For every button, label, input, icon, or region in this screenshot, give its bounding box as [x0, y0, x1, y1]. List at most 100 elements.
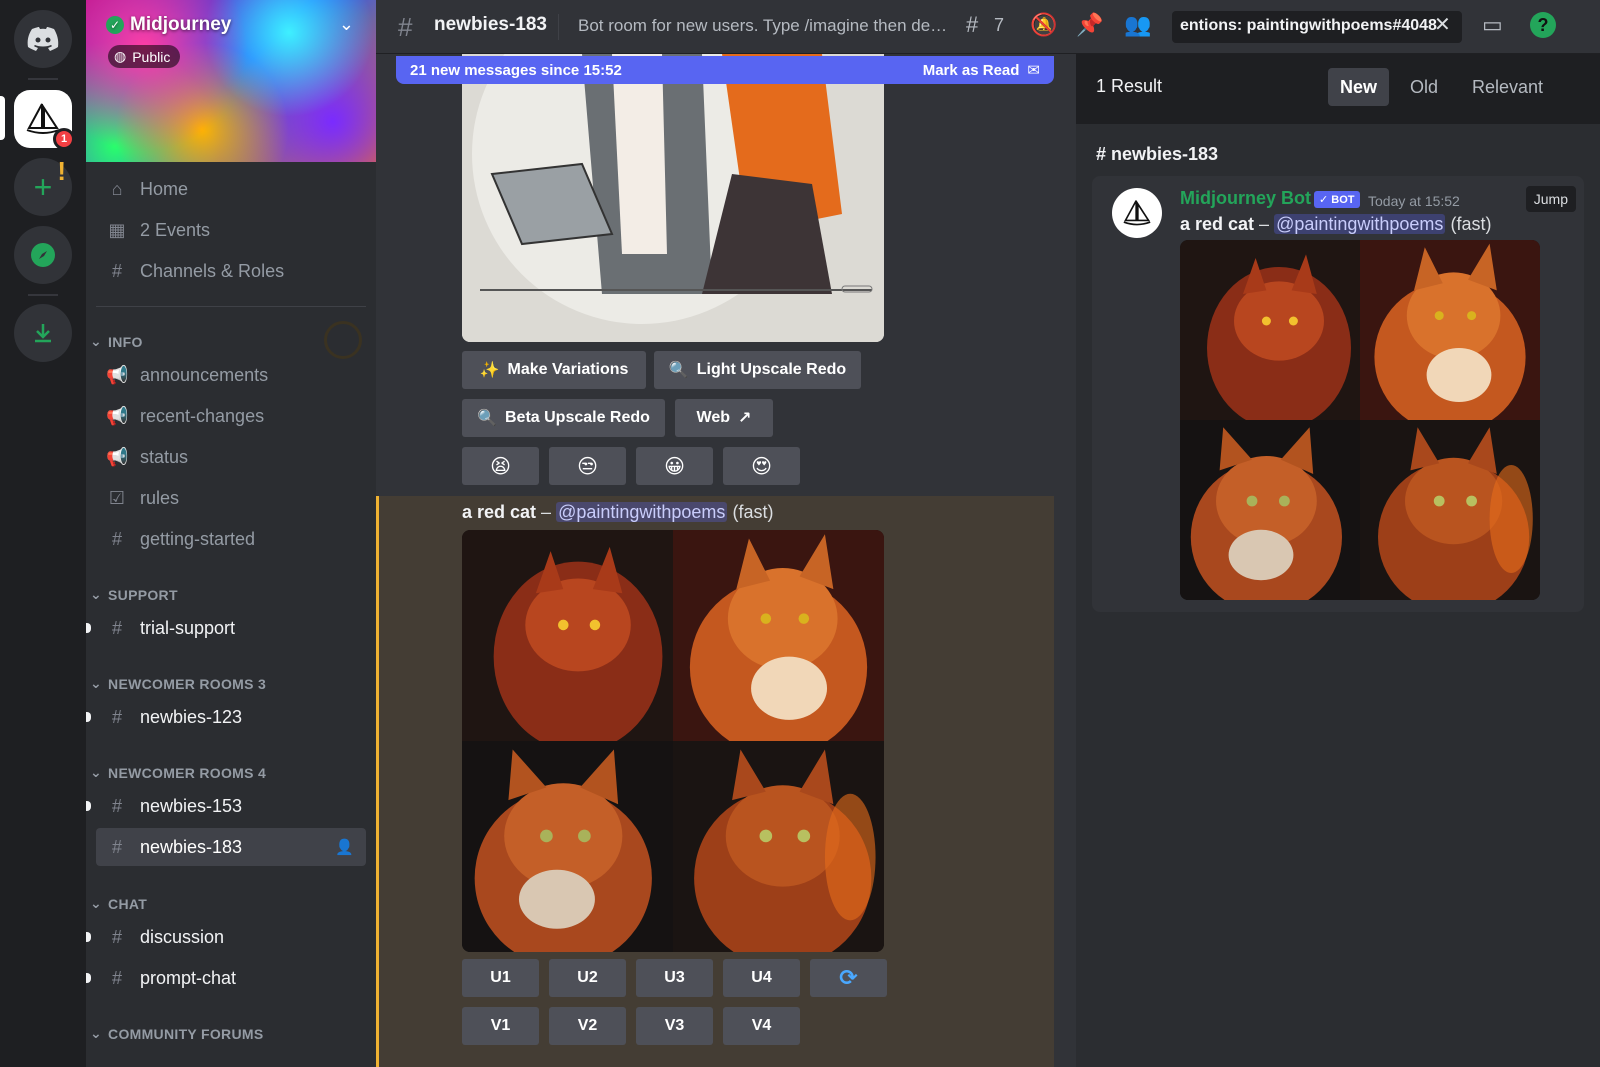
invite-member-icon[interactable]: 👤 — [335, 838, 354, 856]
category-support[interactable]: ⌄ SUPPORT — [90, 586, 178, 603]
calendar-icon: ▦ — [108, 219, 126, 240]
server-header[interactable]: ✓ Midjourney — [106, 14, 231, 36]
avatar[interactable] — [1112, 188, 1162, 238]
variation-3-button[interactable]: V3 — [636, 1007, 713, 1045]
result-image-grid[interactable] — [1180, 240, 1540, 600]
grid-image-1[interactable] — [462, 530, 673, 741]
notification-badge: 1 — [53, 128, 75, 150]
upscale-3-button[interactable]: U3 — [636, 959, 713, 997]
button-label: Make Variations — [507, 361, 629, 378]
loading-ring — [324, 321, 362, 359]
chevron-down-icon[interactable]: ⌄ — [339, 14, 354, 35]
grid-image-2[interactable] — [1360, 240, 1540, 420]
rail-separator — [28, 294, 58, 296]
tab-old[interactable]: Old — [1398, 68, 1450, 106]
beta-upscale-redo-button[interactable]: 🔍 Beta Upscale Redo — [462, 399, 665, 437]
channel-recent-changes[interactable]: 📢 recent-changes — [96, 397, 366, 435]
server-banner[interactable]: ✓ Midjourney ◍ Public ⌄ — [86, 0, 376, 162]
mute-bell-icon[interactable]: 🔕 — [1030, 12, 1057, 38]
add-server-button[interactable]: + ! — [14, 156, 72, 216]
image-grid[interactable] — [462, 530, 884, 952]
threads-icon[interactable]: # — [966, 12, 978, 38]
category-chat[interactable]: ⌄ CHAT — [90, 895, 147, 912]
download-icon — [35, 324, 51, 343]
result-channel[interactable]: # newbies-183 — [1096, 144, 1218, 165]
category-community-forums[interactable]: ⌄ COMMUNITY FORUMS — [90, 1025, 263, 1042]
upscale-1-button[interactable]: U1 — [462, 959, 539, 997]
channel-status[interactable]: 📢 status — [96, 438, 366, 476]
user-mention[interactable]: @paintingwithpoems — [556, 502, 728, 522]
channel-newbies-153[interactable]: # newbies-153 — [86, 787, 366, 825]
nav-events[interactable]: ▦ 2 Events — [96, 211, 366, 249]
grid-image-4[interactable] — [673, 741, 884, 952]
author-name[interactable]: Midjourney Bot — [1180, 188, 1311, 209]
grid-image-3[interactable] — [1180, 420, 1360, 600]
unread-indicator — [86, 801, 91, 811]
channel-newbies-123[interactable]: # newbies-123 — [86, 698, 366, 736]
search-result-message[interactable]: Midjourney Bot ✓ BOT Today at 15:52 Jump… — [1092, 176, 1584, 612]
channel-trial-support[interactable]: # trial-support — [86, 609, 366, 647]
user-mention[interactable]: @paintingwithpoems — [1274, 214, 1446, 234]
upscale-2-button[interactable]: U2 — [549, 959, 626, 997]
category-newcomer-4[interactable]: ⌄ NEWCOMER ROOMS 4 — [90, 764, 266, 781]
member-list-icon[interactable]: 👥 — [1124, 12, 1151, 38]
reroll-button[interactable]: ⟳ — [810, 959, 887, 997]
reaction-button[interactable]: 😍 — [723, 447, 800, 485]
midjourney-server-button[interactable]: 1 — [14, 90, 75, 150]
new-messages-bar[interactable]: 21 new messages since 15:52 Mark as Read… — [396, 56, 1054, 84]
category-info[interactable]: ⌄ INFO — [90, 333, 143, 350]
cat-image — [1180, 420, 1360, 600]
grid-image-3[interactable] — [462, 741, 673, 952]
category-newcomer-4-label: NEWCOMER ROOMS 4 — [108, 764, 267, 781]
tab-new[interactable]: New — [1328, 68, 1390, 106]
thread-hash-icon: # — [111, 967, 122, 988]
grid-image-1[interactable] — [1180, 240, 1360, 420]
hash-icon: # — [111, 528, 122, 549]
channel-rules[interactable]: ☑ rules — [96, 479, 366, 517]
search-input[interactable]: entions: paintingwithpoems#4048 — [1172, 11, 1462, 43]
category-newcomer-3[interactable]: ⌄ NEWCOMER ROOMS 3 — [90, 675, 266, 692]
light-upscale-redo-button[interactable]: 🔍 Light Upscale Redo — [654, 351, 861, 389]
channel-announcements[interactable]: 📢 announcements — [96, 356, 366, 394]
separator: – — [1254, 214, 1275, 234]
variation-1-button[interactable]: V1 — [462, 1007, 539, 1045]
button-label: Light Upscale Redo — [696, 361, 847, 378]
channel-getting-started[interactable]: # getting-started — [96, 520, 366, 558]
public-badge: ◍ Public — [108, 45, 181, 68]
speed-label: (fast) — [1450, 214, 1492, 234]
variation-2-button[interactable]: V2 — [549, 1007, 626, 1045]
jump-button[interactable]: Jump — [1525, 186, 1576, 212]
inbox-icon[interactable]: ▭ — [1482, 12, 1503, 38]
download-apps-button[interactable] — [14, 304, 72, 362]
pin-icon[interactable]: 📌 — [1076, 12, 1103, 38]
mark-read-icon: ✉ — [1027, 62, 1040, 79]
nav-home[interactable]: ⌂ Home — [96, 170, 366, 208]
discord-home-button[interactable] — [14, 10, 72, 68]
help-icon[interactable]: ? — [1530, 12, 1556, 38]
cat-image — [1180, 240, 1360, 420]
reaction-button[interactable]: 😫 — [462, 447, 539, 485]
channel-prompt-chat[interactable]: # prompt-chat — [86, 959, 366, 997]
grid-image-2[interactable] — [673, 530, 884, 741]
make-variations-button[interactable]: ✨ Make Variations — [462, 351, 646, 389]
channel-label: getting-started — [140, 528, 256, 549]
mark-as-read-button[interactable]: Mark as Read ✉ — [923, 61, 1040, 80]
variation-4-button[interactable]: V4 — [723, 1007, 800, 1045]
tab-relevant[interactable]: Relevant — [1460, 68, 1555, 106]
clear-search-icon[interactable]: ✕ — [1434, 12, 1451, 37]
nav-channels-roles[interactable]: # Channels & Roles — [96, 252, 366, 290]
reaction-button[interactable]: 😒 — [549, 447, 626, 485]
reaction-button[interactable]: 😀 — [636, 447, 713, 485]
upscale-4-button[interactable]: U4 — [723, 959, 800, 997]
result-message-content: a red cat – @paintingwithpoems (fast) — [1180, 214, 1491, 235]
grid-image-4[interactable] — [1360, 420, 1540, 600]
home-icon: ⌂ — [111, 178, 123, 199]
previous-image-attachment[interactable] — [462, 54, 884, 342]
channel-discussion[interactable]: # discussion — [86, 918, 366, 956]
web-button[interactable]: Web ↗ — [675, 399, 773, 437]
channel-newbies-183[interactable]: # newbies-183 👤 — [96, 828, 366, 866]
channel-label: prompt-chat — [140, 967, 237, 988]
explore-servers-button[interactable] — [14, 226, 72, 284]
channel-topic[interactable]: Bot room for new users. Type /imagine th… — [578, 16, 953, 36]
result-channel-label: newbies-183 — [1111, 144, 1219, 164]
